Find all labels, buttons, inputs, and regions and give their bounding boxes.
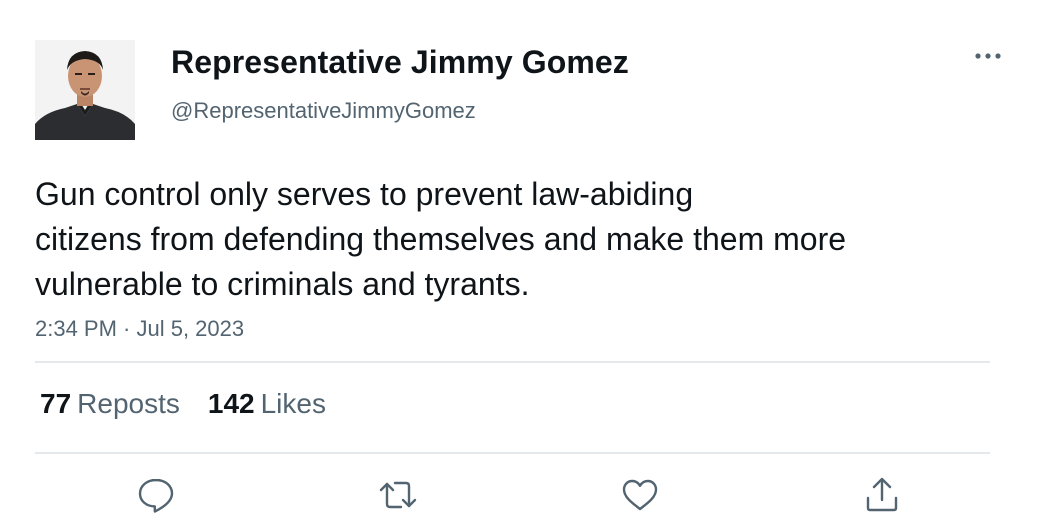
- likes-stat[interactable]: 142 Likes: [208, 388, 326, 420]
- likes-count: 142: [207, 388, 255, 419]
- author-avatar[interactable]: [35, 40, 135, 140]
- tweet-timestamp[interactable]: 2:34 PM · Jul 5, 2023: [35, 316, 244, 342]
- divider: [35, 452, 990, 454]
- reposts-count: 77: [40, 388, 72, 419]
- more-horizontal-icon: [975, 53, 1001, 59]
- divider: [35, 361, 990, 363]
- repost-button[interactable]: [377, 474, 419, 516]
- reposts-label: Reposts: [77, 388, 180, 419]
- repost-icon: [379, 481, 417, 509]
- likes-label: Likes: [260, 388, 326, 419]
- reply-button[interactable]: [135, 474, 177, 516]
- more-options-button[interactable]: [970, 40, 1006, 72]
- tweet-stats: 77 Reposts 142 Likes: [40, 388, 354, 420]
- share-icon: [866, 477, 898, 512]
- share-button[interactable]: [861, 474, 903, 516]
- reply-icon: [138, 478, 174, 513]
- profile-photo-icon: [35, 40, 135, 140]
- author-handle[interactable]: @RepresentativeJimmyGomez: [171, 98, 476, 124]
- like-button[interactable]: [619, 474, 661, 516]
- reposts-stat[interactable]: 77 Reposts: [40, 388, 180, 420]
- author-display-name[interactable]: Representative Jimmy Gomez: [171, 44, 629, 81]
- tweet-text: Gun control only serves to prevent law-a…: [35, 176, 847, 302]
- heart-icon: [622, 479, 658, 511]
- tweet-card: Representative Jimmy Gomez @Representati…: [0, 0, 1050, 525]
